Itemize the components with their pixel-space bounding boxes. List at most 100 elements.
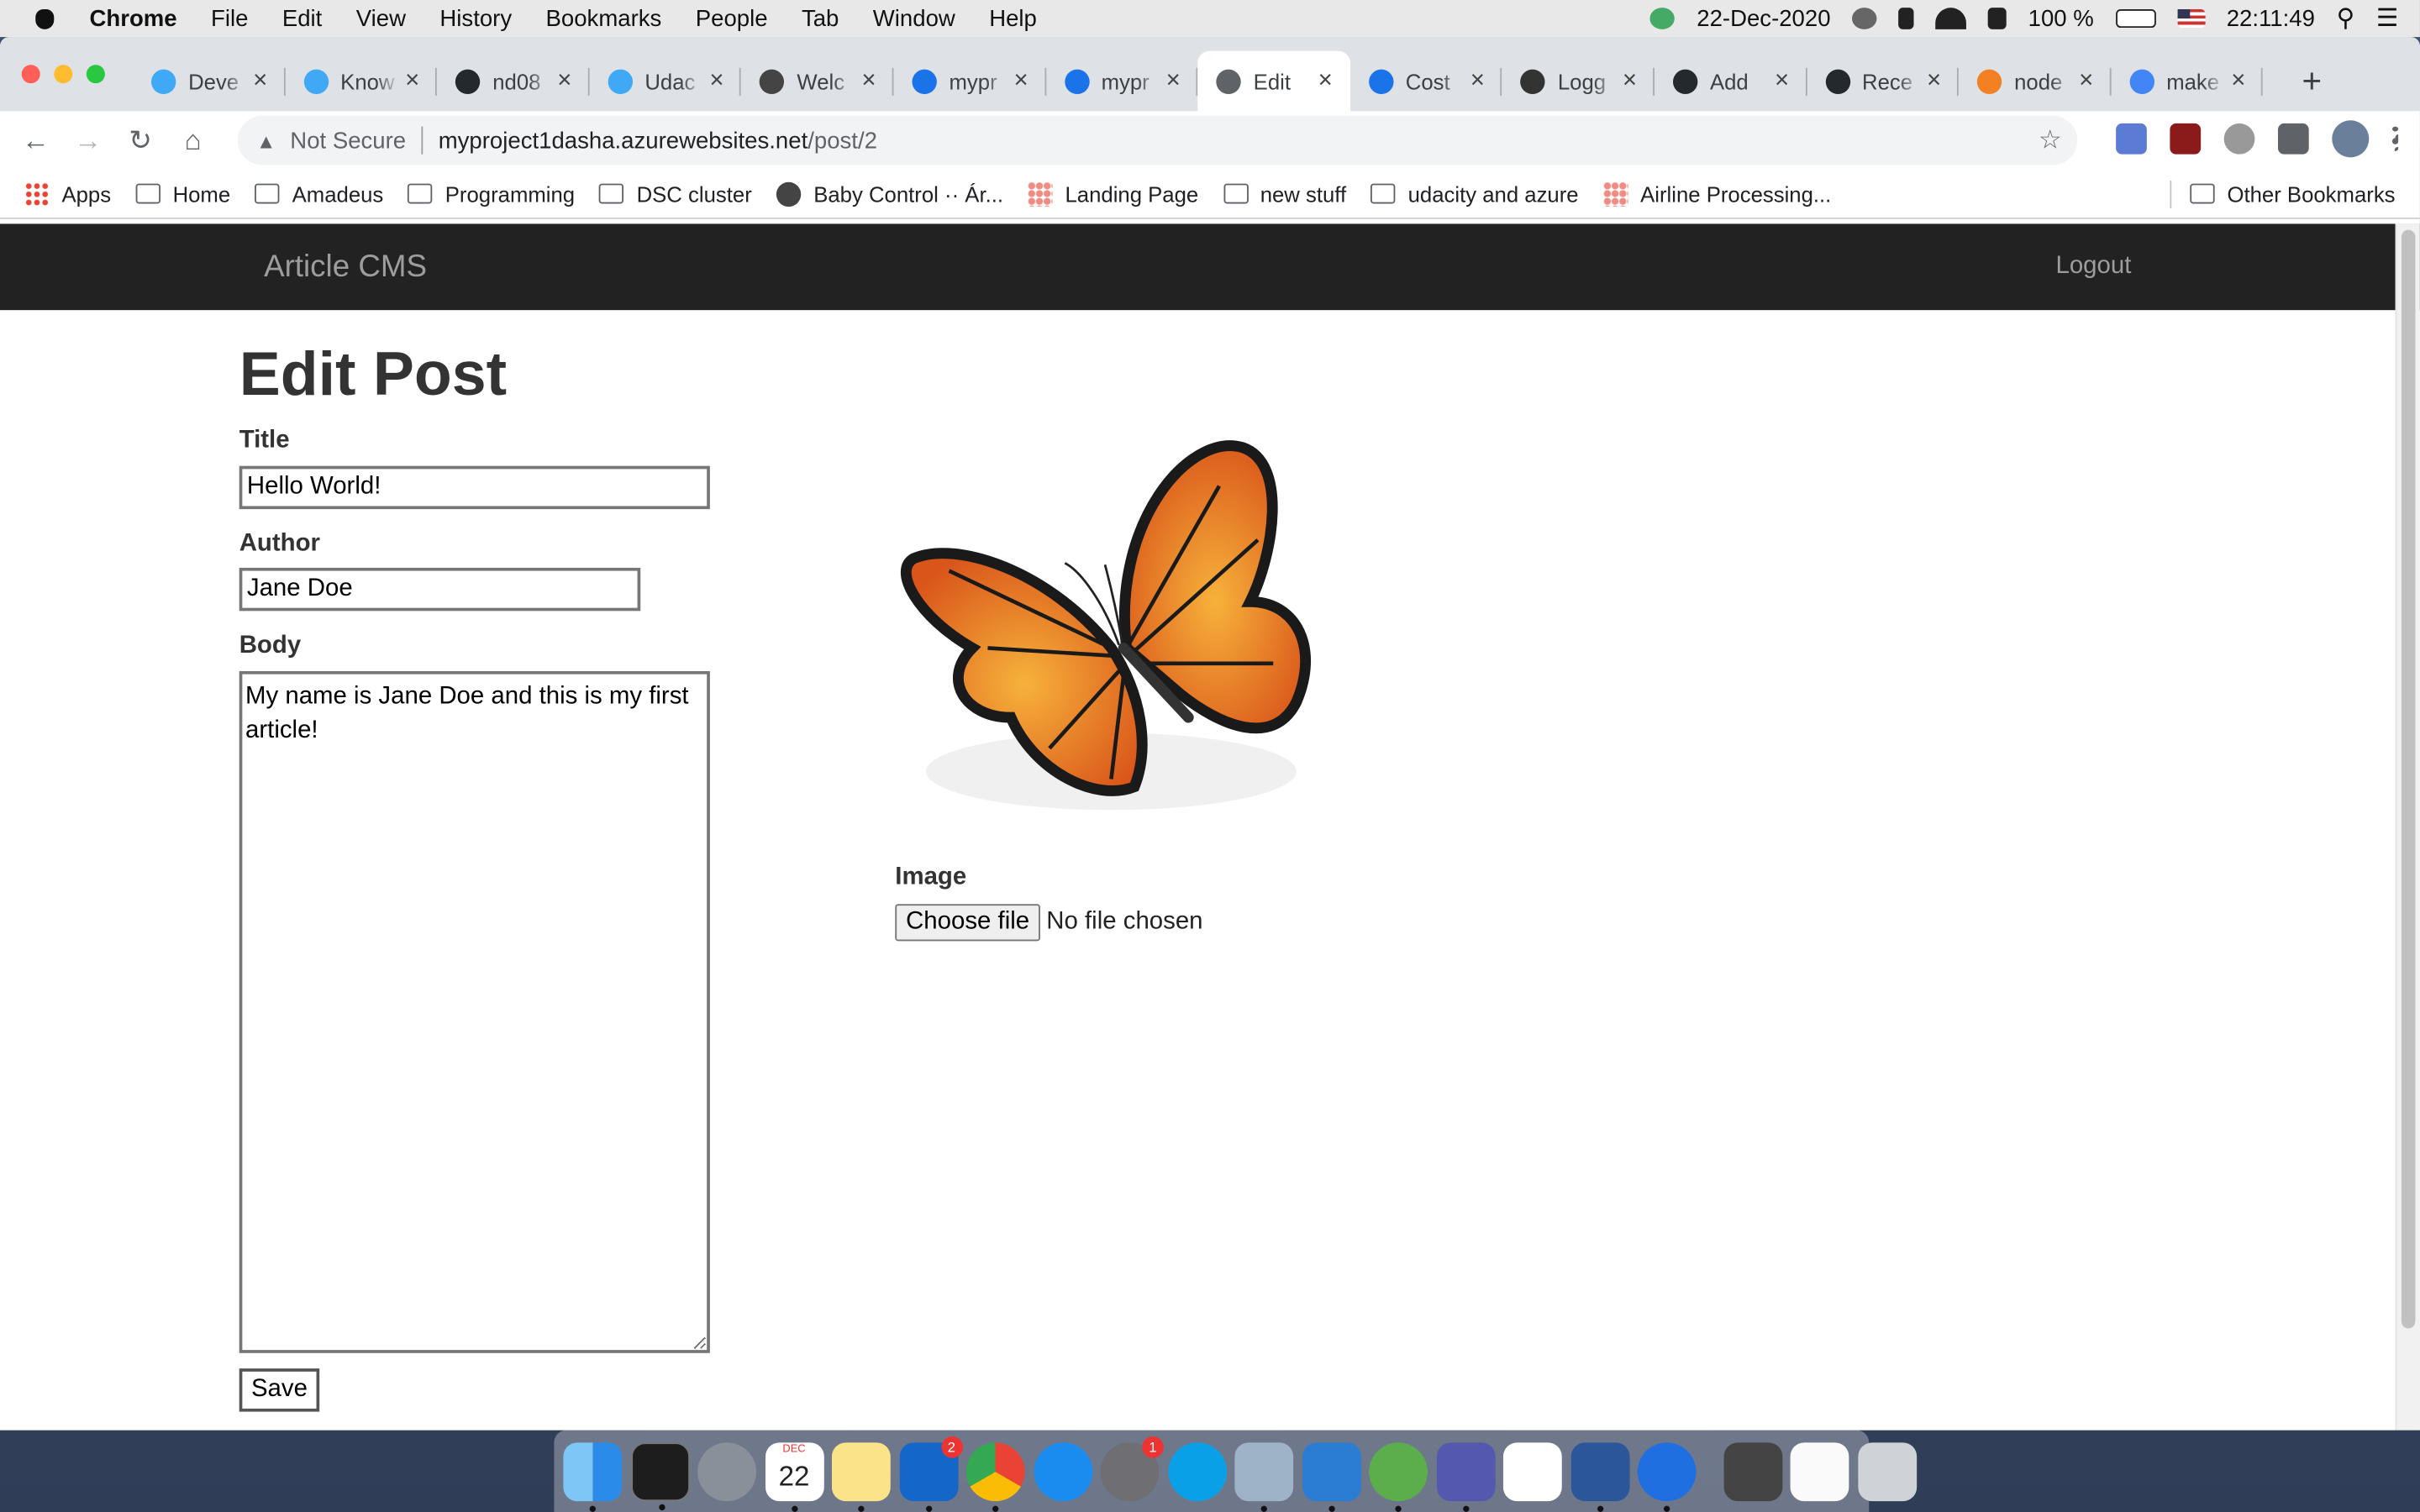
back-arrow-icon[interactable]: ← <box>18 123 52 157</box>
warning-icon[interactable]: ▲ <box>256 129 278 152</box>
tab-close-icon[interactable]: × <box>1465 67 1490 95</box>
tab-close-icon[interactable]: × <box>1770 67 1794 95</box>
tab-5[interactable]: mypr × <box>893 51 1045 112</box>
bookmark-item[interactable]: Airline Processing... <box>1603 181 1831 207</box>
menu-bookmarks[interactable]: Bookmarks <box>546 5 662 31</box>
tab-7[interactable]: Edit × <box>1197 50 1350 112</box>
bookmark-item[interactable]: Home <box>135 181 230 206</box>
downloads-stack-icon[interactable] <box>1790 1441 1849 1501</box>
menu-app-name[interactable]: Chrome <box>90 5 177 31</box>
input-source-flag-icon[interactable] <box>2176 9 2206 29</box>
tab-close-icon[interactable]: × <box>1618 67 1642 95</box>
bookmark-item[interactable]: Amadeus <box>255 181 383 206</box>
tab-2[interactable]: nd08 × <box>437 51 589 112</box>
bluetooth-icon[interactable] <box>1898 8 1914 29</box>
terminal-icon[interactable] <box>630 1441 690 1510</box>
body-textarea[interactable]: My name is Jane Doe and this is my first… <box>239 670 710 1353</box>
tab-8[interactable]: Cost × <box>1350 51 1502 112</box>
maps-pin-icon[interactable] <box>1637 1441 1697 1512</box>
tableau-icon[interactable] <box>1502 1441 1562 1501</box>
profile-avatar[interactable] <box>2332 120 2370 158</box>
other-bookmarks[interactable]: Other Bookmarks <box>2170 179 2396 208</box>
tab-close-icon[interactable]: × <box>2074 67 2098 95</box>
choose-file-button[interactable]: Choose file <box>895 904 1040 942</box>
zoom-window-icon[interactable] <box>86 65 105 84</box>
url-path[interactable]: /post/2 <box>808 128 877 154</box>
tab-12[interactable]: node × <box>1959 51 2111 112</box>
bookmark-item[interactable]: DSC cluster <box>599 181 752 206</box>
bookmark-item[interactable]: Programming <box>408 181 575 206</box>
author-input[interactable] <box>239 567 641 612</box>
url-host[interactable]: myproject1dasha.azurewebsites.net <box>439 128 808 154</box>
puzzle-extensions-icon[interactable] <box>2277 123 2309 155</box>
tab-close-icon[interactable]: × <box>1160 67 1185 95</box>
bookmark-item[interactable]: new stuff <box>1223 181 1346 206</box>
word-icon[interactable] <box>1570 1441 1629 1512</box>
apple-menu-icon[interactable] <box>31 5 59 33</box>
logout-link[interactable]: Logout <box>2055 253 2131 281</box>
bookmark-item[interactable]: Apps <box>24 181 111 207</box>
menu-file[interactable]: File <box>211 5 248 31</box>
close-window-icon[interactable] <box>21 65 40 84</box>
forward-arrow-icon[interactable]: → <box>71 123 104 157</box>
notification-center-icon[interactable]: ☰ <box>2376 3 2398 34</box>
app-store-icon[interactable] <box>1033 1441 1092 1501</box>
tab-close-icon[interactable]: × <box>704 67 729 95</box>
tab-close-icon[interactable]: × <box>400 67 424 95</box>
new-tab-button[interactable]: + <box>2293 61 2330 102</box>
home-icon[interactable]: ⌂ <box>176 123 209 157</box>
tab-close-icon[interactable]: × <box>1008 67 1033 95</box>
wifi-icon[interactable] <box>1935 8 1967 29</box>
bookmark-item[interactable]: udacity and azure <box>1370 181 1579 206</box>
battery-icon[interactable] <box>2115 9 2156 29</box>
tab-10[interactable]: Add × <box>1655 51 1807 112</box>
notes-icon[interactable] <box>831 1441 891 1512</box>
menu-tab[interactable]: Tab <box>802 5 839 31</box>
tab-0[interactable]: Deve × <box>133 51 285 112</box>
system-preferences-icon[interactable]: 1 <box>1100 1436 1164 1501</box>
kebab-menu-icon[interactable] <box>2391 126 2399 151</box>
menu-help[interactable]: Help <box>989 5 1037 31</box>
security-label[interactable]: Not Secure <box>290 128 406 154</box>
tab-close-icon[interactable]: × <box>552 67 576 95</box>
menu-window[interactable]: Window <box>873 5 955 31</box>
recent-document-icon[interactable] <box>1723 1441 1782 1501</box>
circle-extension-icon[interactable] <box>2223 123 2255 155</box>
page-scrollbar[interactable] <box>2395 223 2420 1431</box>
chrome-icon[interactable] <box>965 1441 1025 1512</box>
menu-view[interactable]: View <box>356 5 406 31</box>
calendar-icon[interactable]: DEC 22 <box>765 1441 823 1512</box>
finder-icon[interactable] <box>563 1441 623 1512</box>
tab-13[interactable]: make × <box>2111 51 2263 112</box>
ublock-shield-icon[interactable] <box>2170 123 2202 155</box>
site-brand[interactable]: Article CMS <box>264 249 427 285</box>
tab-close-icon[interactable]: × <box>2226 67 2250 95</box>
tab-9[interactable]: Logg × <box>1502 51 1655 112</box>
tab-4[interactable]: Welc × <box>741 51 893 112</box>
bookmark-star-icon[interactable]: ☆ <box>2039 125 2062 156</box>
volume-icon[interactable] <box>1987 8 2007 29</box>
trash-icon[interactable] <box>1857 1441 1917 1501</box>
teams-icon[interactable] <box>1436 1441 1495 1512</box>
save-button[interactable]: Save <box>239 1368 320 1412</box>
tab-6[interactable]: mypr × <box>1045 51 1197 112</box>
other-bookmarks-item[interactable]: Other Bookmarks <box>2190 181 2396 206</box>
vscode-icon[interactable] <box>1302 1441 1361 1512</box>
tab-11[interactable]: Rece × <box>1807 51 1959 112</box>
minimize-window-icon[interactable] <box>54 65 73 84</box>
menu-edit[interactable]: Edit <box>282 5 322 31</box>
preview-icon[interactable] <box>1234 1441 1294 1512</box>
menu-history[interactable]: History <box>439 5 512 31</box>
tab-3[interactable]: Udac × <box>589 51 741 112</box>
reload-icon[interactable]: ↻ <box>124 123 157 157</box>
time-machine-icon[interactable] <box>1852 8 1877 29</box>
tab-1[interactable]: Know × <box>285 51 437 112</box>
spotlight-search-icon[interactable]: ⚲ <box>2337 3 2355 34</box>
skype-icon[interactable] <box>1167 1441 1227 1501</box>
menu-people[interactable]: People <box>696 5 768 31</box>
bookmark-item[interactable]: Baby Control ·· Ár... <box>776 181 1003 207</box>
screenshot-extension-icon[interactable] <box>2116 123 2147 155</box>
tab-close-icon[interactable]: × <box>1313 67 1338 95</box>
outlook-icon[interactable]: 2 <box>898 1436 963 1512</box>
vpn-status-icon[interactable] <box>1650 8 1676 29</box>
